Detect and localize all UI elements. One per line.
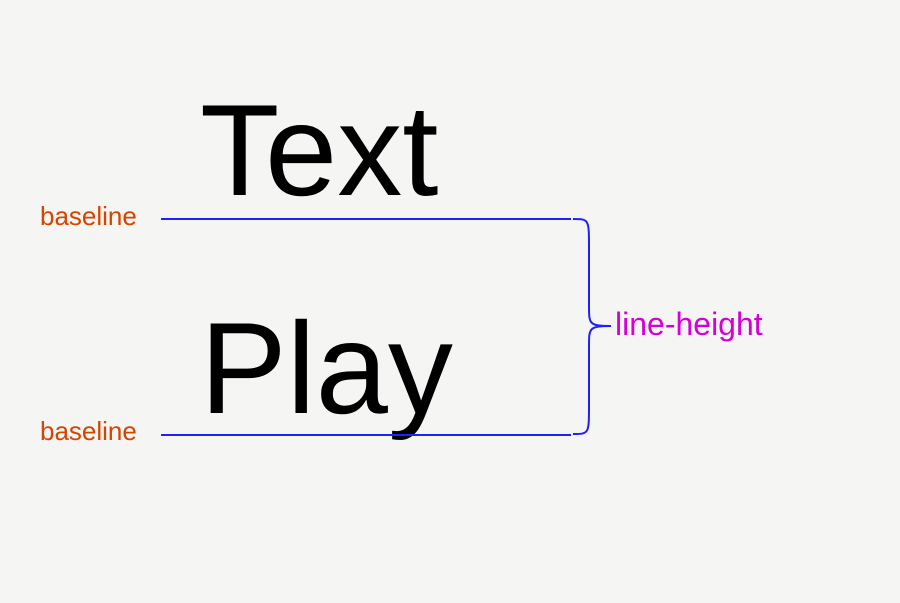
baseline-line-2 [161, 434, 571, 436]
line-height-diagram: Text Play baseline baseline line-height [0, 0, 900, 603]
baseline-label-2: baseline [40, 416, 137, 447]
baseline-line-1 [161, 218, 571, 220]
curly-brace-icon [571, 218, 621, 435]
baseline-label-1: baseline [40, 201, 137, 232]
line-height-label: line-height [615, 306, 763, 343]
sample-word-1: Text [200, 85, 438, 215]
sample-word-2: Play [200, 303, 453, 433]
